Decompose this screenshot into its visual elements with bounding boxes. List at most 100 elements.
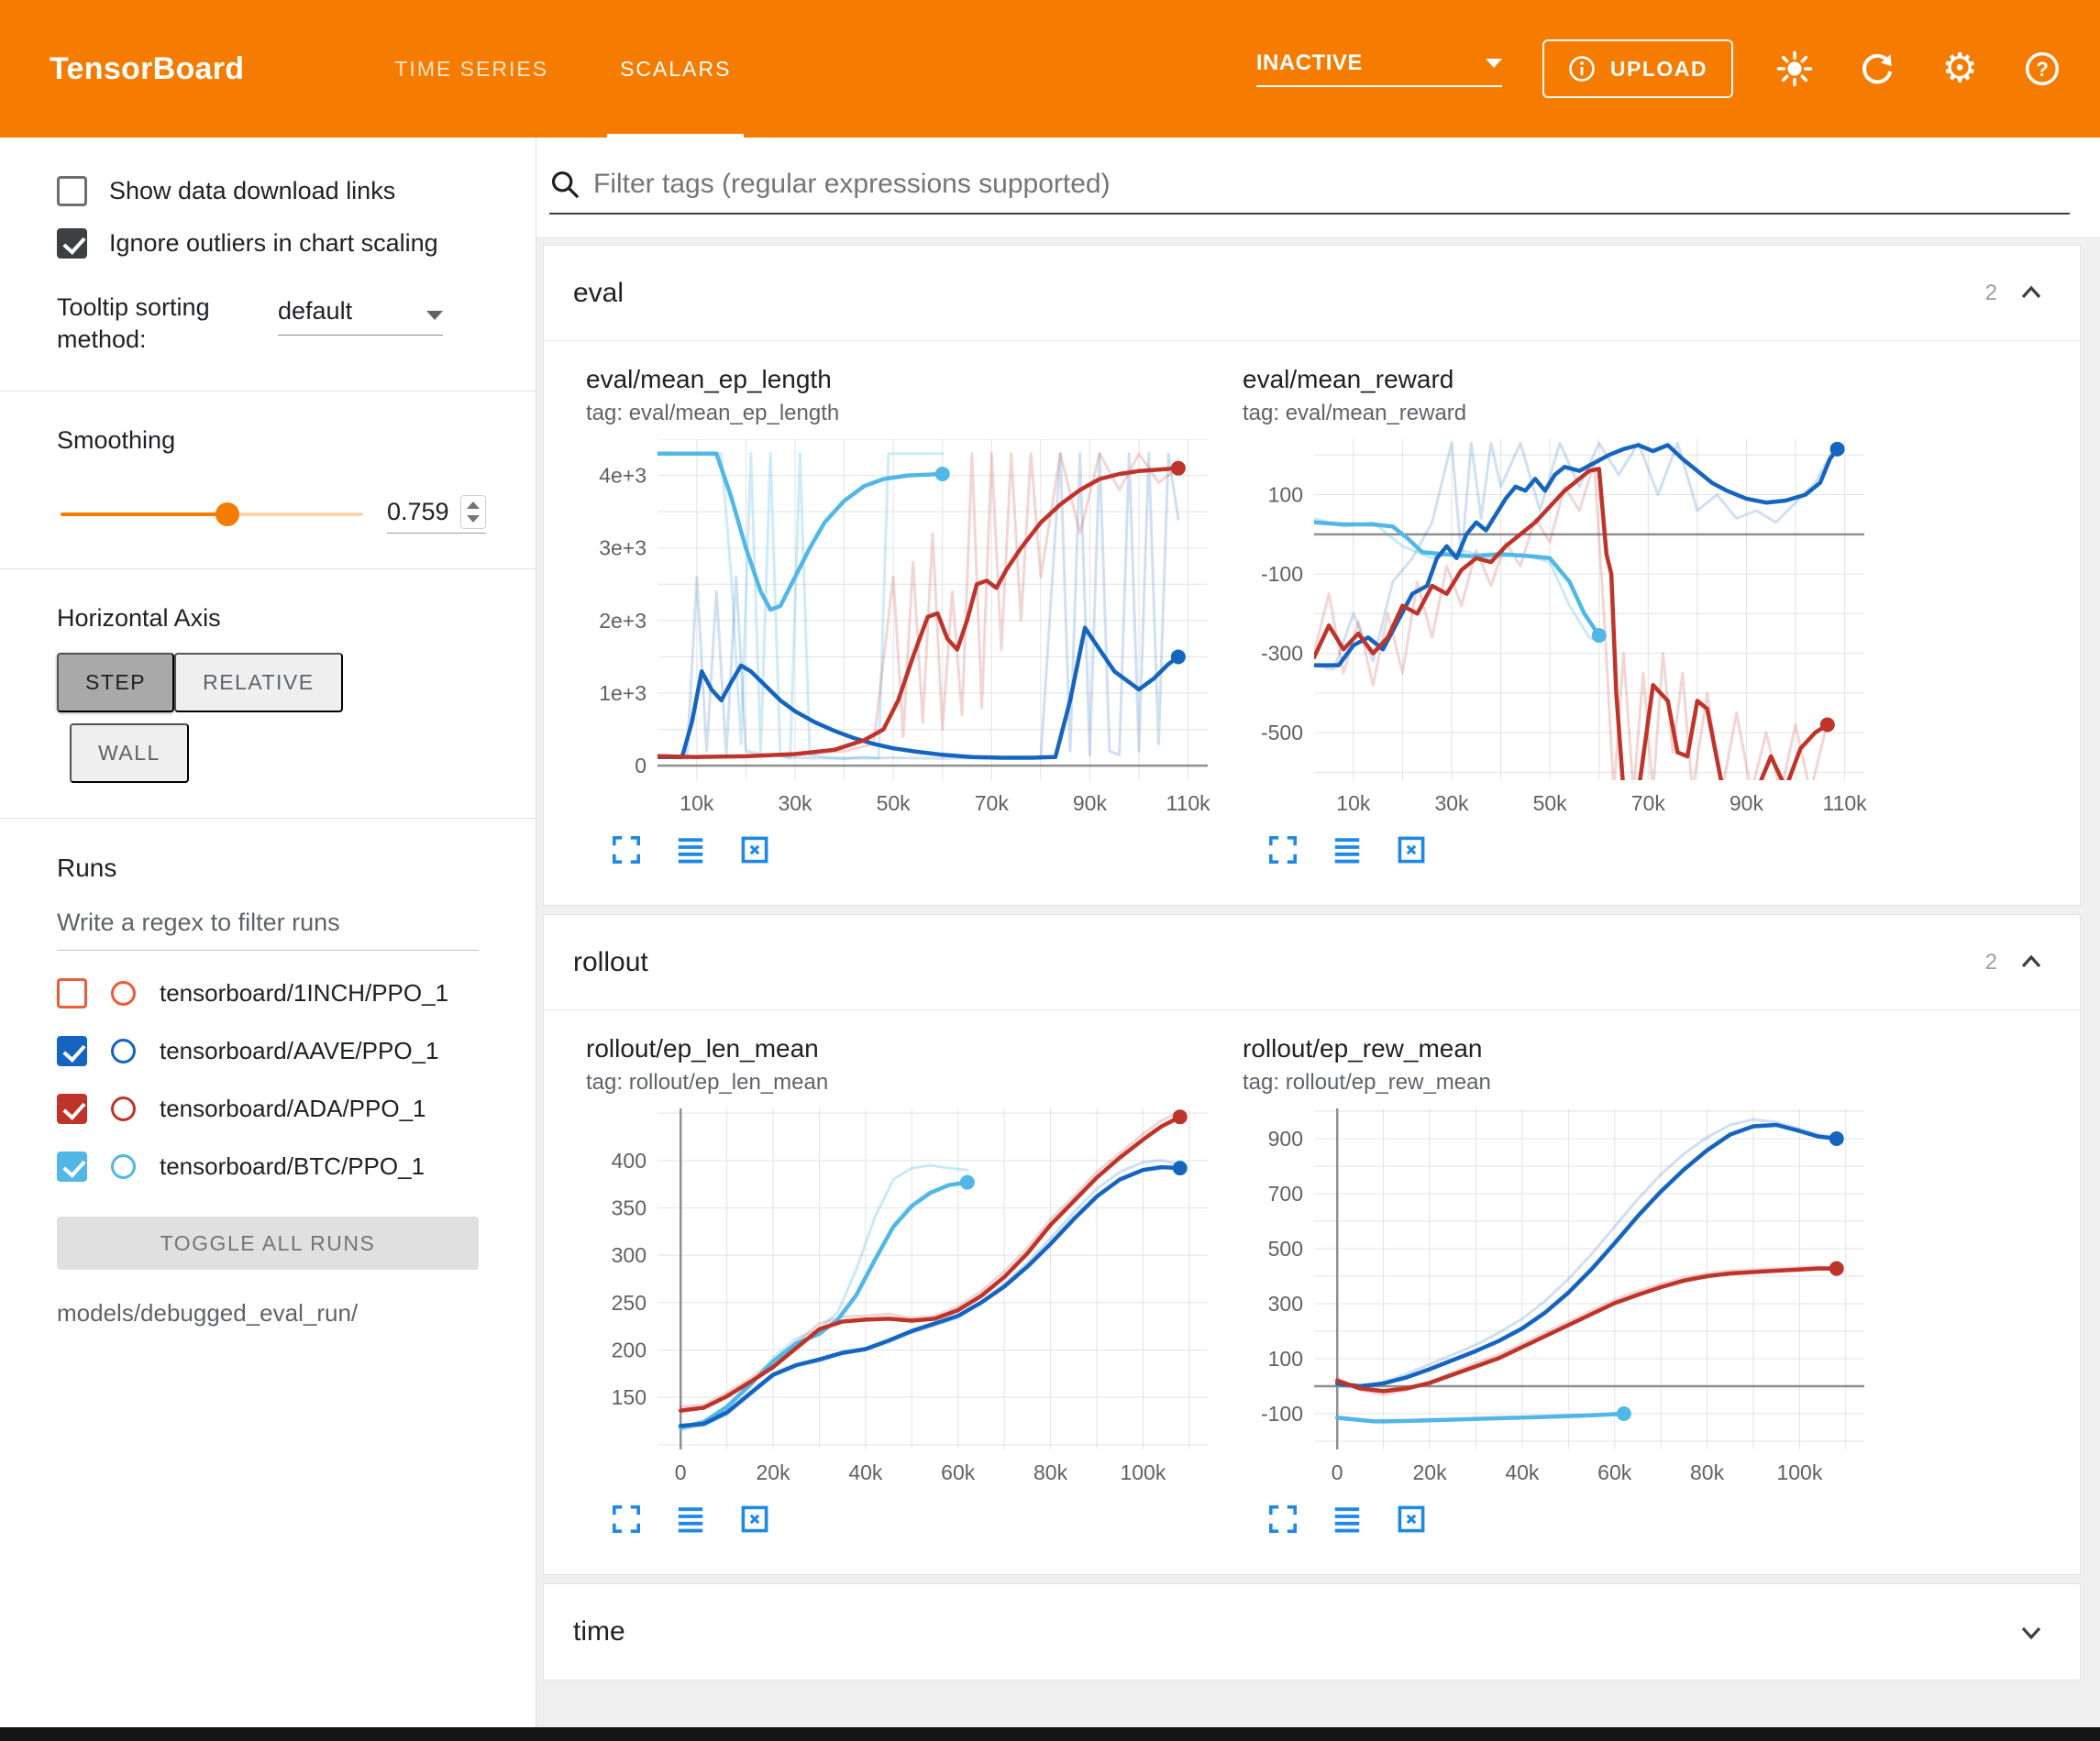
smoothing-spinner[interactable] [460, 495, 486, 529]
ignore-outliers-checkbox[interactable] [57, 228, 87, 259]
maximize-card-icon[interactable] [610, 1503, 643, 1536]
smoothing-slider-handle[interactable] [216, 502, 239, 526]
brightness-icon[interactable] [1774, 48, 1816, 90]
show-download-links-row[interactable]: Show data download links [0, 176, 536, 206]
window-bottom-edge [0, 1727, 2100, 1741]
run-color-circle [111, 1096, 136, 1121]
smoothing-label: Smoothing [0, 426, 536, 455]
axis-step-button[interactable]: STEP [57, 653, 174, 712]
chevron-up-icon[interactable] [2016, 278, 2047, 309]
main-tabs: TIME SERIES SCALARS [381, 0, 790, 138]
svg-text:20k: 20k [1413, 1460, 1448, 1484]
svg-text:80k: 80k [1690, 1460, 1725, 1484]
help-icon[interactable]: ? [2021, 48, 2063, 90]
svg-text:30k: 30k [778, 791, 812, 815]
runs-list-icon[interactable] [1331, 1503, 1364, 1536]
svg-text:150: 150 [612, 1385, 647, 1409]
chart-toolbar [1266, 833, 1899, 866]
section-eval: eval 2 eval/mean_ep_length tag: eval/mea… [543, 245, 2081, 906]
runs-list-icon[interactable] [674, 1503, 707, 1536]
chart-tag: tag: eval/mean_reward [1243, 401, 1899, 426]
runs-list-icon[interactable] [1331, 833, 1364, 866]
fit-data-icon[interactable] [738, 1503, 771, 1536]
svg-text:-100: -100 [1261, 562, 1303, 586]
fit-data-icon[interactable] [738, 833, 771, 866]
svg-text:70k: 70k [975, 791, 1010, 815]
runs-list-icon[interactable] [674, 833, 707, 866]
tooltip-sorting-label: Tooltip sorting method: [57, 292, 245, 356]
run-checkbox[interactable] [57, 1036, 87, 1066]
chart-card-rollout-ep-len-mean: rollout/ep_len_mean tag: rollout/ep_len_… [586, 1034, 1243, 1536]
chart-plot[interactable]: 020k40k60k80k100k-100100300500700900 [1243, 1108, 1899, 1495]
svg-text:10k: 10k [1336, 791, 1371, 815]
svg-text:50k: 50k [877, 791, 912, 815]
toggle-all-runs-button[interactable]: TOGGLE ALL RUNS [57, 1217, 479, 1270]
chart-plot[interactable]: 020k40k60k80k100k150200250300350400 [586, 1108, 1243, 1495]
run-label: tensorboard/AAVE/PPO_1 [160, 1037, 438, 1065]
section-title: eval [573, 278, 624, 309]
runs-filter-input[interactable] [57, 909, 479, 951]
svg-text:60k: 60k [941, 1460, 976, 1484]
status-dropdown-value: INACTIVE [1256, 50, 1363, 76]
run-checkbox[interactable] [57, 1151, 87, 1182]
chevron-down-icon[interactable] [2016, 1616, 2047, 1647]
svg-text:40k: 40k [1505, 1460, 1540, 1484]
section-eval-header[interactable]: eval 2 [544, 246, 2080, 341]
run-row-aave[interactable]: tensorboard/AAVE/PPO_1 [0, 1036, 536, 1066]
chart-tag: tag: rollout/ep_rew_mean [1243, 1070, 1899, 1096]
svg-text:300: 300 [1268, 1292, 1303, 1316]
svg-text:4e+3: 4e+3 [599, 464, 647, 488]
svg-text:20k: 20k [757, 1460, 791, 1484]
chart-toolbar [1266, 1503, 1899, 1536]
tab-time-series[interactable]: TIME SERIES [381, 0, 561, 138]
run-label: tensorboard/ADA/PPO_1 [160, 1095, 426, 1123]
run-row-1inch[interactable]: tensorboard/1INCH/PPO_1 [0, 978, 536, 1008]
chart-tag: tag: rollout/ep_len_mean [586, 1070, 1243, 1096]
run-row-ada[interactable]: tensorboard/ADA/PPO_1 [0, 1094, 536, 1124]
horizontal-axis-label: Horizontal Axis [57, 604, 536, 633]
svg-text:10k: 10k [680, 791, 714, 815]
spinner-down-icon[interactable] [467, 515, 480, 523]
tab-scalars[interactable]: SCALARS [607, 0, 744, 138]
tooltip-sorting-dropdown[interactable]: default [278, 297, 443, 336]
runs-folder-path: models/debugged_eval_run/ [0, 1299, 536, 1328]
show-download-links-label: Show data download links [109, 177, 395, 205]
maximize-card-icon[interactable] [610, 833, 643, 866]
maximize-card-icon[interactable] [1266, 1503, 1299, 1536]
chart-plot[interactable]: 10k30k50k70k90k110k100-100-300-500 [1243, 439, 1899, 826]
maximize-card-icon[interactable] [1266, 833, 1299, 866]
svg-text:90k: 90k [1073, 791, 1108, 815]
dropdown-arrow-icon [1486, 59, 1502, 68]
show-download-links-checkbox[interactable] [57, 176, 87, 206]
fit-data-icon[interactable] [1395, 833, 1428, 866]
svg-text:80k: 80k [1033, 1460, 1068, 1484]
chart-title: rollout/ep_rew_mean [1243, 1034, 1899, 1063]
status-dropdown[interactable]: INACTIVE [1256, 50, 1502, 87]
smoothing-value-input[interactable] [387, 498, 457, 526]
svg-text:-300: -300 [1261, 642, 1303, 666]
axis-wall-button[interactable]: WALL [70, 723, 189, 783]
chart-toolbar [610, 1503, 1243, 1536]
section-title: rollout [573, 947, 648, 978]
svg-text:50k: 50k [1533, 791, 1568, 815]
run-checkbox[interactable] [57, 1094, 87, 1124]
smoothing-slider[interactable] [61, 512, 363, 516]
fit-data-icon[interactable] [1395, 1503, 1428, 1536]
run-checkbox[interactable] [57, 978, 87, 1008]
refresh-icon[interactable] [1856, 48, 1898, 90]
spinner-up-icon[interactable] [467, 501, 480, 509]
settings-icon[interactable]: ⚙ [1939, 48, 1981, 90]
horizontal-axis-buttons: STEP RELATIVE WALL [57, 653, 405, 783]
settings-sidebar: Show data download links Ignore outliers… [0, 138, 536, 1727]
run-row-btc[interactable]: tensorboard/BTC/PPO_1 [0, 1151, 536, 1182]
svg-text:110k: 110k [1166, 791, 1210, 815]
tag-filter-input[interactable] [593, 169, 2070, 200]
chart-plot[interactable]: 10k30k50k70k90k110k01e+32e+33e+34e+3 [586, 439, 1243, 826]
upload-button[interactable]: UPLOAD [1542, 39, 1733, 98]
section-rollout-header[interactable]: rollout 2 [544, 915, 2080, 1010]
scalars-main: eval 2 eval/mean_ep_length tag: eval/mea… [536, 138, 2100, 1727]
axis-relative-button[interactable]: RELATIVE [174, 653, 343, 712]
chevron-up-icon[interactable] [2016, 947, 2047, 978]
section-time-header[interactable]: time [544, 1584, 2080, 1680]
ignore-outliers-row[interactable]: Ignore outliers in chart scaling [0, 228, 536, 259]
